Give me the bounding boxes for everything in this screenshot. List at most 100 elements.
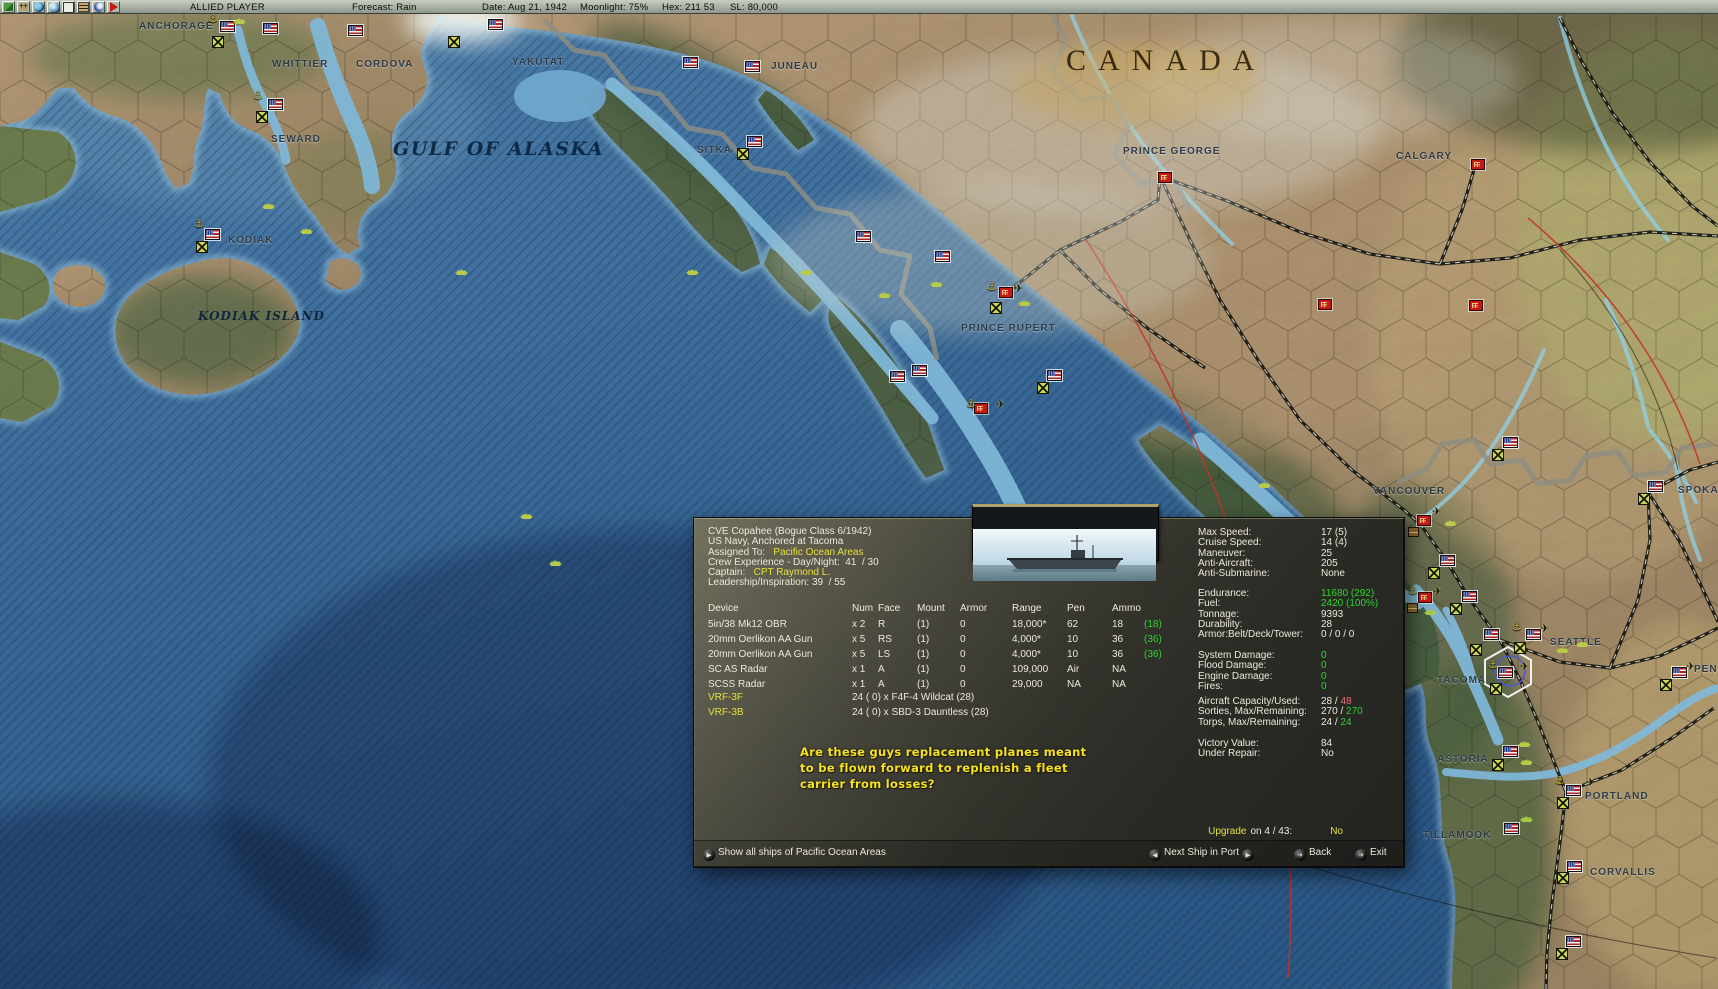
device-cell: 20mm Oerlikon AA Gun <box>708 649 813 660</box>
red-flag-marker[interactable] <box>1417 515 1431 526</box>
airfield-marker[interactable] <box>1490 683 1502 695</box>
airfield-marker[interactable] <box>256 111 268 123</box>
us-flag-marker[interactable] <box>1566 936 1581 947</box>
anchor-marker[interactable]: ⚓ <box>966 398 976 409</box>
plane-marker[interactable]: ✈ <box>1586 777 1595 788</box>
plane-marker[interactable]: ✈ <box>1432 506 1441 517</box>
us-flag-marker[interactable] <box>1503 437 1518 448</box>
plane-marker[interactable]: ✈ <box>1433 586 1442 597</box>
us-flag-marker[interactable] <box>1504 823 1519 834</box>
anchor-marker[interactable]: ⚓ <box>987 281 997 292</box>
operations-icon-button[interactable] <box>62 1 75 13</box>
us-flag-marker[interactable] <box>1498 667 1513 678</box>
us-flag-marker[interactable] <box>1503 746 1518 757</box>
us-flag-marker[interactable] <box>745 61 760 72</box>
moonlight-icon-button[interactable] <box>92 1 105 13</box>
airfield-marker[interactable] <box>1557 797 1569 809</box>
box-marker[interactable] <box>1408 527 1419 537</box>
us-flag-marker[interactable] <box>1047 370 1062 381</box>
us-flag-marker[interactable] <box>683 57 698 68</box>
ship-header-text: Leadership/Inspiration: 39 / 55 <box>708 577 846 589</box>
us-flag-marker[interactable] <box>268 99 283 110</box>
stat-label: Torps, Max/Remaining: <box>1198 716 1301 728</box>
anchor-marker[interactable]: ⚓ <box>208 13 218 24</box>
play-icon-button[interactable] <box>107 1 120 13</box>
anchor-marker[interactable]: ⚓ <box>194 218 204 229</box>
airfield-marker[interactable] <box>1492 449 1504 461</box>
device-cell: x 5 <box>852 649 866 660</box>
airfield-marker[interactable] <box>1514 642 1526 654</box>
red-flag-marker[interactable] <box>1469 300 1483 311</box>
airfield-marker[interactable] <box>1556 948 1568 960</box>
exit-button[interactable]: ➔ Exit <box>1352 847 1387 861</box>
red-flag-marker[interactable] <box>1418 592 1432 603</box>
plane-marker[interactable]: ✈ <box>1540 623 1549 634</box>
red-flag-marker[interactable] <box>1471 159 1485 170</box>
airfield-marker[interactable] <box>1428 567 1440 579</box>
anchor-marker[interactable]: ⚓ <box>253 90 263 101</box>
airfield-marker[interactable] <box>1557 872 1569 884</box>
red-flag-marker[interactable] <box>999 287 1013 298</box>
airfield-marker[interactable] <box>990 302 1002 314</box>
next-ship-button[interactable]: ◀ Next Ship in Port ▶ <box>1146 847 1257 861</box>
us-flag-marker[interactable] <box>856 231 871 242</box>
us-flag-marker[interactable] <box>747 136 762 147</box>
airfield-marker[interactable] <box>1638 493 1650 505</box>
plane-marker[interactable]: ✈ <box>1520 661 1529 672</box>
airfield-marker[interactable] <box>448 36 460 48</box>
plane-marker[interactable]: ✈ <box>1686 661 1695 672</box>
anchor-marker[interactable]: ⚓ <box>1512 621 1522 632</box>
device-cell: NA <box>1112 679 1126 690</box>
back-button[interactable]: ➔ Back <box>1291 847 1331 861</box>
us-flag-marker[interactable] <box>912 365 927 376</box>
arrow-left-icon[interactable]: ◀ <box>1149 849 1161 861</box>
red-flag-marker[interactable] <box>1158 172 1172 183</box>
plane-marker[interactable]: ✈ <box>996 399 1005 410</box>
us-flag-marker[interactable] <box>1672 667 1687 678</box>
stat-row: Under Repair: No <box>1198 748 1398 759</box>
us-flag-marker[interactable] <box>1526 629 1541 640</box>
us-flag-marker[interactable] <box>935 251 950 262</box>
us-flag-marker[interactable] <box>220 21 235 32</box>
terrain-icon-button[interactable] <box>2 1 15 13</box>
squadron-link[interactable]: VRF-3B <box>708 705 852 720</box>
airfield-marker[interactable] <box>1470 644 1482 656</box>
anchor-marker[interactable]: ⚓ <box>1488 659 1498 670</box>
us-flag-marker[interactable] <box>1567 861 1582 872</box>
us-flag-marker[interactable] <box>348 25 363 36</box>
us-flag-marker[interactable] <box>205 229 220 240</box>
us-flag-marker[interactable] <box>1566 785 1581 796</box>
upgrade-label[interactable]: Upgrade <box>1208 826 1246 837</box>
show-all-ships-button[interactable]: ▶ Show all ships of Pacific Ocean Areas <box>700 847 886 861</box>
ruler-icon-button[interactable] <box>77 1 90 13</box>
globe-icon-button[interactable] <box>32 1 45 13</box>
map-zoom-icon-button[interactable] <box>47 1 60 13</box>
device-cell: 4,000* <box>1012 634 1041 645</box>
us-flag-marker[interactable] <box>1440 555 1455 566</box>
anchor-marker[interactable]: ⚓ <box>1408 585 1418 596</box>
box-marker[interactable] <box>1407 603 1418 613</box>
airfield-marker[interactable] <box>737 148 749 160</box>
airfield-marker[interactable] <box>212 36 224 48</box>
airfield-marker[interactable] <box>1037 382 1049 394</box>
red-flag-marker[interactable] <box>974 403 988 414</box>
us-flag-marker[interactable] <box>1484 629 1499 640</box>
device-col-header: Device <box>708 603 739 614</box>
anchor-marker[interactable]: ⚓ <box>1555 775 1565 786</box>
airfield-marker[interactable] <box>1492 759 1504 771</box>
us-flag-marker[interactable] <box>488 19 503 30</box>
us-flag-marker[interactable] <box>1648 481 1663 492</box>
plane-marker[interactable]: ✈ <box>1014 283 1023 294</box>
airfield-marker[interactable] <box>196 241 208 253</box>
us-flag-marker[interactable] <box>1462 591 1477 602</box>
device-cell: LS <box>878 649 891 660</box>
us-flag-marker[interactable] <box>890 371 905 382</box>
us-flag-marker[interactable] <box>263 23 278 34</box>
squadron-link[interactable]: VRF-3F <box>708 690 852 705</box>
red-flag-marker[interactable] <box>1318 299 1332 310</box>
upgrade-value[interactable]: No <box>1330 826 1343 837</box>
arrow-right-icon[interactable]: ▶ <box>1242 849 1255 861</box>
airfield-marker[interactable] <box>1660 679 1672 691</box>
entrench-icon-button[interactable] <box>17 1 30 13</box>
airfield-marker[interactable] <box>1450 603 1462 615</box>
